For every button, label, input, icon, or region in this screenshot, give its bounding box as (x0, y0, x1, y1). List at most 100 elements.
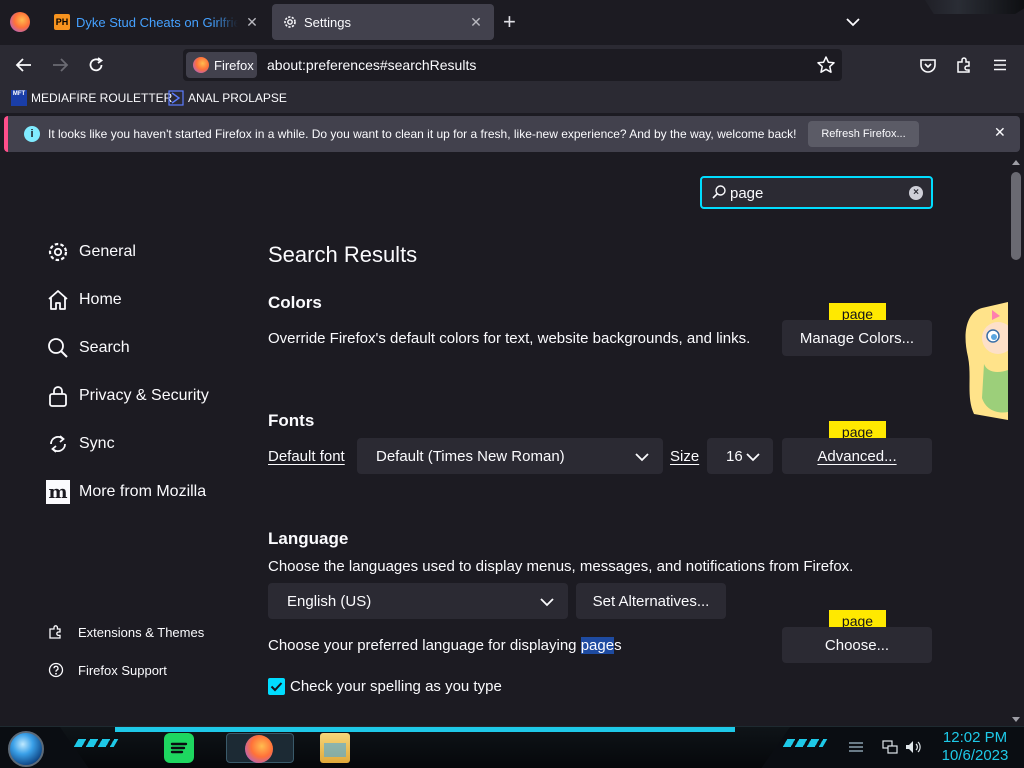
home-icon (46, 288, 70, 312)
search-highlight: page (580, 637, 615, 654)
file-explorer-icon[interactable] (320, 733, 350, 763)
clear-search-icon[interactable]: × (909, 186, 923, 200)
search-icon (46, 336, 70, 360)
sidebar-item-search[interactable]: Search (46, 336, 130, 360)
nav-bar: Firefox about:preferences#searchResults (0, 45, 1024, 85)
clock-date: 10/6/2023 (941, 747, 1009, 764)
clock-time: 12:02 PM (942, 729, 1008, 746)
firefox-window: PH Dyke Stud Cheats on Girlfriend ✕ Sett… (0, 0, 1024, 768)
system-clock[interactable]: 12:02 PM 10/6/2023 (935, 729, 1015, 765)
spellcheck-checkbox[interactable] (268, 678, 285, 695)
forward-arrow-icon[interactable] (48, 53, 72, 77)
close-tab-icon[interactable]: ✕ (244, 14, 260, 31)
puzzle-icon (48, 624, 64, 640)
notification-bar: i It looks like you haven't started Fire… (4, 116, 1020, 152)
sync-icon (46, 432, 70, 456)
language-pref-text-end: s (614, 637, 622, 654)
hamburger-menu-icon[interactable] (988, 53, 1012, 77)
list-all-tabs-chevron-icon[interactable] (845, 14, 861, 30)
chevron-down-icon (746, 450, 760, 462)
sidebar-item-label: Search (79, 339, 130, 356)
language-pref-text: Choose your preferred language for displ… (268, 637, 581, 654)
identity-box[interactable]: Firefox (186, 52, 257, 78)
advanced-fonts-button[interactable]: Advanced... (782, 438, 932, 474)
spellcheck-label: Check your spelling as you type (290, 678, 502, 695)
font-size-select[interactable]: 16 (707, 438, 773, 474)
language-description: Choose the languages used to display men… (268, 558, 854, 575)
tray-lines-icon (848, 740, 864, 754)
sidebar-item-general[interactable]: General (46, 240, 136, 264)
set-alternatives-button[interactable]: Set Alternatives... (576, 583, 726, 619)
sidebar-item-sync[interactable]: Sync (46, 432, 115, 456)
bookmark-second[interactable]: ANAL PROLAPSE (168, 90, 287, 106)
scroll-up-arrow-icon[interactable] (1012, 160, 1020, 165)
firefox-icon (193, 57, 209, 73)
help-icon (48, 662, 64, 678)
url-text[interactable]: about:preferences#searchResults (267, 57, 476, 73)
bookmark-mediafire[interactable]: MFT MEDIAFIRE ROULETTER (11, 90, 172, 106)
firefox-taskbar-button[interactable] (226, 733, 294, 763)
tab-video[interactable]: PH Dyke Stud Cheats on Girlfriend ✕ (44, 4, 270, 40)
colors-description: Override Firefox's default colors for te… (268, 330, 751, 347)
bookmark-star-icon[interactable] (816, 55, 836, 75)
gear-icon (46, 240, 70, 264)
settings-search-box[interactable]: × (700, 176, 933, 209)
font-size-value: 16 (726, 447, 743, 465)
firefox-menu-icon[interactable] (10, 12, 30, 32)
sidebar-support-link[interactable]: Firefox Support (48, 662, 167, 678)
colors-heading: Colors (268, 293, 322, 312)
url-bar[interactable]: Firefox about:preferences#searchResults (183, 49, 842, 81)
reload-icon[interactable] (84, 53, 108, 77)
scrollbar[interactable] (1008, 156, 1024, 726)
search-input[interactable] (730, 182, 900, 204)
firefox-icon (245, 735, 273, 763)
info-icon: i (24, 126, 40, 142)
chevron-down-icon (635, 450, 649, 462)
settings-content: × General Home Search Privacy & Securi (0, 156, 1024, 726)
sidebar-item-privacy[interactable]: Privacy & Security (46, 384, 209, 408)
sidebar-extensions-link[interactable]: Extensions & Themes (48, 624, 204, 640)
bookmark-label: ANAL PROLAPSE (188, 91, 287, 105)
volume-icon[interactable] (905, 740, 921, 754)
scrollbar-thumb[interactable] (1011, 172, 1021, 260)
spotify-app-icon[interactable] (164, 733, 194, 763)
tab-favicon: PH (54, 14, 70, 30)
new-tab-plus-icon[interactable]: + (503, 10, 516, 34)
language-heading: Language (268, 529, 349, 548)
start-button-icon[interactable] (8, 731, 44, 767)
bookmark-label: MEDIAFIRE ROULETTER (31, 91, 173, 105)
language-select[interactable]: English (US) (268, 583, 568, 619)
default-font-label: Default font (268, 448, 345, 465)
refresh-firefox-button[interactable]: Refresh Firefox... (808, 121, 919, 147)
notification-message: It looks like you haven't started Firefo… (48, 127, 797, 141)
tab-strip: PH Dyke Stud Cheats on Girlfriend ✕ Sett… (0, 0, 1024, 45)
scroll-down-arrow-icon[interactable] (1012, 717, 1020, 722)
sigma-bookmark-icon (168, 90, 184, 106)
sidebar-item-home[interactable]: Home (46, 288, 122, 312)
sidebar-item-mozilla[interactable]: m More from Mozilla (46, 480, 206, 504)
network-icon[interactable] (882, 740, 898, 754)
sidebar-item-label: More from Mozilla (79, 483, 207, 500)
language-preference-text: Choose your preferred language for displ… (268, 637, 622, 654)
os-taskbar: 12:02 PM 10/6/2023 (0, 726, 1024, 768)
choose-language-button[interactable]: Choose... (782, 627, 932, 663)
gear-icon (282, 14, 298, 30)
sidebar-item-label: Sync (79, 435, 115, 452)
fonts-heading: Fonts (268, 411, 315, 430)
mft-bookmark-icon: MFT (11, 90, 27, 106)
mozilla-icon: m (46, 480, 70, 504)
tab-settings[interactable]: Settings ✕ (272, 4, 494, 40)
chevron-down-icon (540, 595, 554, 607)
sidebar-item-label: Privacy & Security (79, 387, 209, 404)
taskbar-decoration (782, 739, 828, 747)
default-font-select[interactable]: Default (Times New Roman) (357, 438, 663, 474)
pocket-icon[interactable] (916, 53, 940, 77)
lock-icon (46, 384, 70, 408)
manage-colors-button[interactable]: Manage Colors... (782, 320, 932, 356)
extensions-puzzle-icon[interactable] (952, 53, 976, 77)
back-arrow-icon[interactable] (12, 53, 36, 77)
close-tab-icon[interactable]: ✕ (468, 14, 484, 31)
font-size-label: Size (670, 448, 700, 465)
close-notification-icon[interactable]: ✕ (994, 124, 1006, 141)
window-decoration (925, 0, 1024, 14)
